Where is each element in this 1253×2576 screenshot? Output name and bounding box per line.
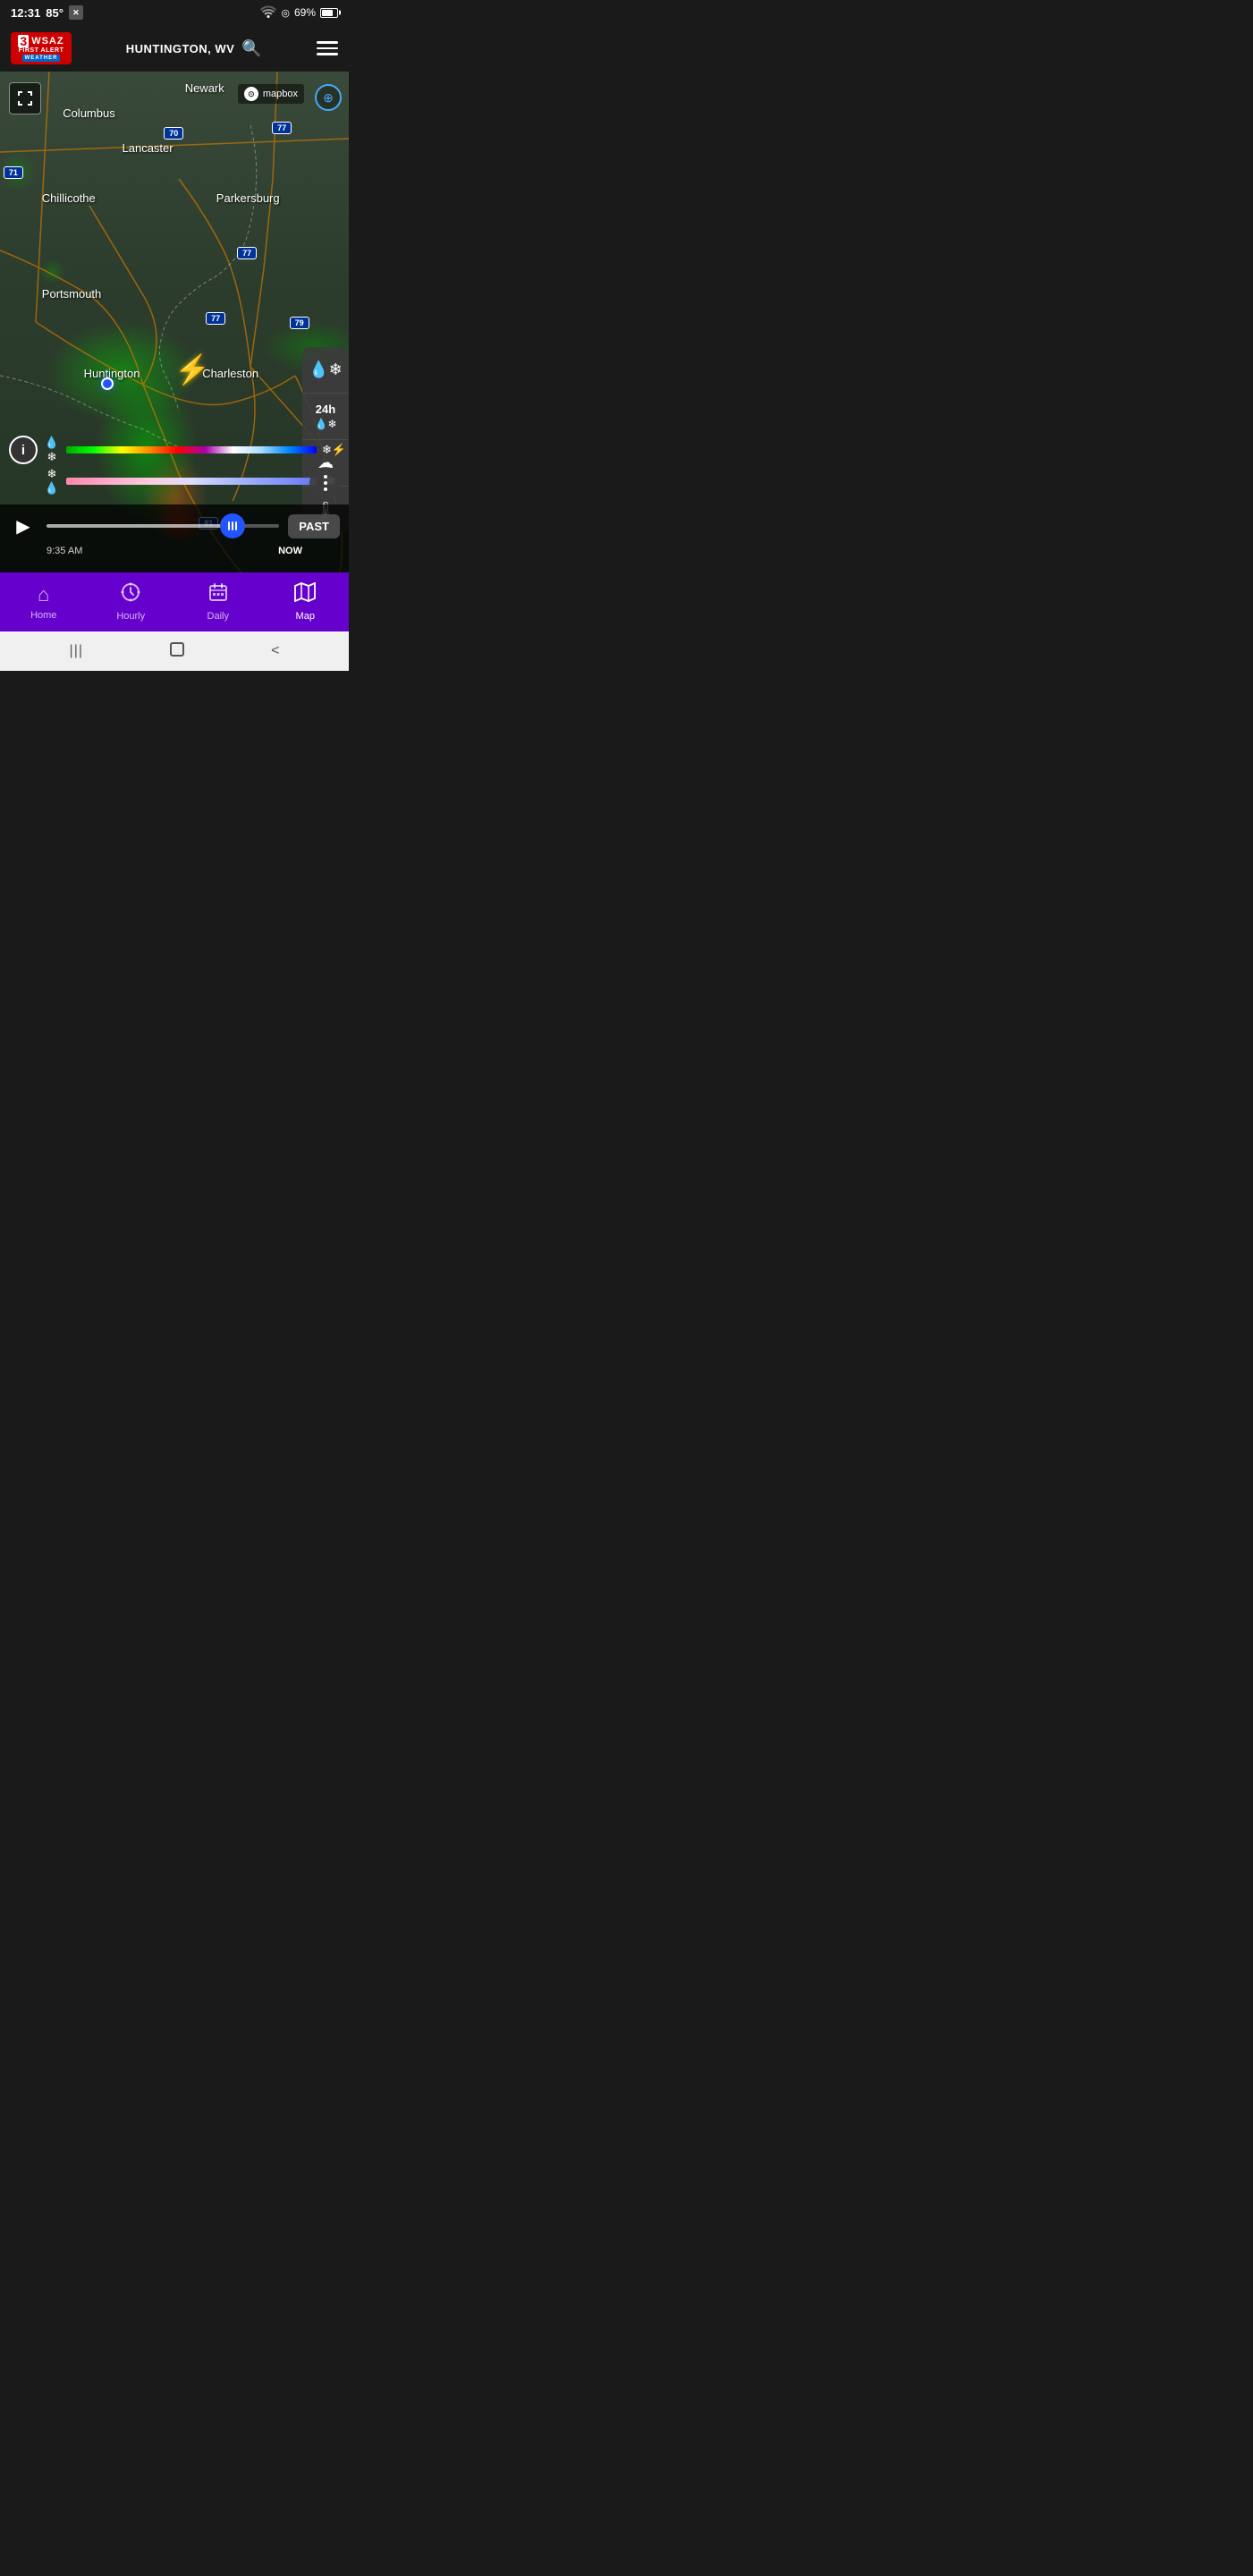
highway-79: 79 [290, 317, 309, 329]
home-button[interactable] [168, 640, 186, 663]
wsaz-logo: 3 WSAZ FIRST ALERT WEATHER [11, 32, 72, 64]
rain-legend-icon: 💧❄ [43, 436, 61, 464]
nav-hourly[interactable]: Hourly [88, 572, 175, 631]
back-button[interactable]: < [271, 643, 279, 659]
start-time-label: 9:35 AM [47, 546, 82, 556]
mapbox-logo: ⊙ mapbox [238, 84, 304, 104]
bottom-nav: ⌂ Home Hourly Daily [0, 572, 349, 631]
notification-icon: ✕ [69, 5, 83, 20]
status-bar: 12:31 85° ✕ ◎ 69% [0, 0, 349, 25]
status-right: ◎ 69% [260, 5, 338, 21]
rain-gradient [66, 446, 317, 453]
gps-button[interactable]: ⊕ [315, 84, 342, 111]
snow-start-icon: ❄💧 [43, 467, 61, 496]
timeline-thumb[interactable] [220, 513, 245, 538]
daily-icon [208, 582, 228, 607]
24h-label: 24h [316, 402, 335, 416]
compass-icon: ⊙ [244, 87, 258, 101]
daily-label: Daily [207, 611, 229, 622]
legend-bar: i 💧❄ ❄⚡ ❄💧 ❄ [0, 430, 349, 501]
snow-gradient [66, 478, 317, 485]
map-label: Map [296, 611, 315, 622]
city-lancaster: Lancaster [123, 141, 174, 155]
nav-map[interactable]: Map [262, 572, 350, 631]
highway-70: 70 [164, 127, 183, 140]
wsaz-text: WSAZ [31, 36, 63, 47]
signal-icon: ◎ [281, 7, 290, 19]
location-text: HUNTINGTON, WV [126, 42, 235, 55]
city-portsmouth: Portsmouth [42, 287, 101, 301]
hourly-icon [121, 582, 140, 607]
highway-77-mid: 77 [237, 247, 257, 259]
hourly-label: Hourly [116, 611, 145, 622]
past-button[interactable]: PAST [288, 514, 340, 538]
recent-apps-icon: ||| [70, 643, 83, 659]
lightning-bolt: ⚡ [174, 352, 210, 386]
weather-badge: WEATHER [22, 55, 61, 62]
timeline-controls: ▶ PAST [9, 512, 340, 540]
thumb-lines-icon [228, 521, 237, 530]
city-chillicothe: Chillicothe [42, 191, 96, 205]
home-system-icon [168, 640, 186, 663]
more-options-button[interactable] [309, 467, 342, 499]
app-header: 3 WSAZ FIRST ALERT WEATHER HUNTINGTON, W… [0, 25, 349, 72]
battery-icon [320, 8, 338, 18]
wifi-icon [260, 5, 276, 21]
status-left: 12:31 85° ✕ [11, 5, 83, 20]
header-location: HUNTINGTON, WV 🔍 [126, 39, 263, 58]
city-columbus: Columbus [63, 106, 115, 120]
highway-71: 71 [4, 166, 23, 179]
nav-home[interactable]: ⌂ Home [0, 572, 88, 631]
rain-snow-icon: 💧❄ [309, 360, 343, 379]
system-nav: ||| < [0, 631, 349, 671]
back-icon: < [271, 643, 279, 659]
legend-rain-row: i 💧❄ ❄⚡ [9, 436, 340, 464]
city-parkersburg: Parkersburg [216, 191, 280, 205]
recent-apps-button[interactable]: ||| [70, 643, 83, 659]
timeline-bar: ▶ PAST 9:35 AM NOW [0, 504, 349, 572]
logo-container: 3 WSAZ FIRST ALERT WEATHER [11, 32, 72, 64]
nav-daily[interactable]: Daily [174, 572, 262, 631]
battery-percent: 69% [294, 6, 316, 19]
highway-77-top: 77 [272, 122, 292, 134]
menu-icon[interactable] [317, 41, 338, 55]
legend-snow-row: ❄💧 ❄ [9, 467, 340, 496]
channel-number: 3 [18, 35, 29, 47]
play-button[interactable]: ▶ [9, 512, 38, 540]
mapbox-text: mapbox [263, 89, 298, 99]
timeline-track[interactable] [47, 524, 279, 528]
home-label: Home [30, 610, 56, 621]
map-container[interactable]: Newark Columbus Lancaster Chillicothe Pa… [0, 72, 349, 572]
home-icon: ⌂ [38, 583, 49, 606]
24h-rain-icon: 💧❄ [315, 418, 337, 430]
time-display: 12:31 [11, 6, 40, 20]
city-newark: Newark [185, 81, 224, 95]
expand-button[interactable] [9, 82, 41, 114]
layer-precipitation-button[interactable]: 💧❄ [302, 347, 349, 394]
city-charleston: Charleston [202, 367, 258, 380]
three-dots-icon [324, 475, 327, 491]
timeline-labels: 9:35 AM NOW [9, 546, 340, 556]
search-icon[interactable]: 🔍 [241, 39, 262, 58]
now-label: NOW [278, 546, 302, 556]
location-dot [101, 377, 114, 390]
map-icon [294, 582, 316, 607]
snow-legend-icon: ❄⚡ [322, 443, 340, 457]
highway-77-lower: 77 [206, 312, 225, 325]
temperature-display: 85° [46, 6, 63, 20]
first-alert-text: FIRST ALERT [19, 47, 64, 54]
timeline-progress [47, 524, 233, 528]
info-button[interactable]: i [9, 436, 38, 464]
